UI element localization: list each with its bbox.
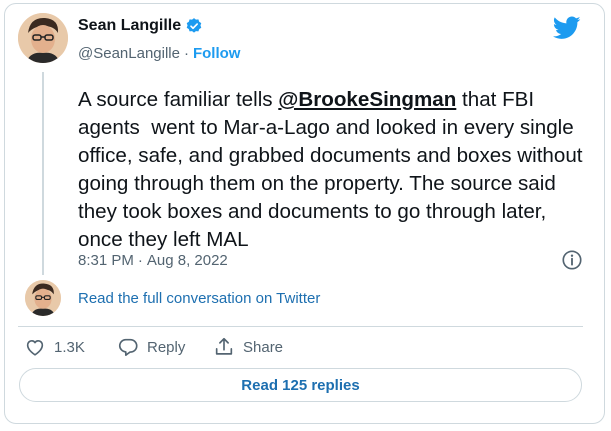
reply-label: Reply xyxy=(147,338,186,356)
tweet-time[interactable]: 8:31 PM xyxy=(78,252,134,269)
avatar[interactable] xyxy=(18,13,68,63)
divider xyxy=(18,326,583,327)
like-count: 1.3K xyxy=(54,338,85,356)
tweet-date[interactable]: Aug 8, 2022 xyxy=(147,252,228,269)
author-name[interactable]: Sean Langille xyxy=(78,17,181,35)
share-label: Share xyxy=(243,338,284,356)
mention-link[interactable]: @BrookeSingman xyxy=(278,88,456,111)
author-row: Sean Langille xyxy=(78,17,203,35)
handle-row: @SeanLangille · Follow xyxy=(78,45,240,62)
tweet-text-end: that FBI agents went to Mar-a-Lago and l… xyxy=(78,88,589,251)
follow-button[interactable]: Follow xyxy=(193,45,241,62)
thread-line xyxy=(42,72,44,275)
read-replies-button[interactable]: Read 125 replies xyxy=(19,368,582,402)
like-button[interactable]: 1.3K xyxy=(24,336,85,358)
twitter-bird-icon[interactable] xyxy=(553,16,581,40)
conversation-link[interactable]: Read the full conversation on Twitter xyxy=(78,290,320,307)
author-handle[interactable]: @SeanLangille xyxy=(78,45,180,62)
tweet-text-start: A source familiar tells xyxy=(78,88,279,111)
info-icon[interactable] xyxy=(561,249,583,271)
share-button[interactable]: Share xyxy=(213,336,283,358)
separator-dot: · xyxy=(183,45,189,62)
heart-icon xyxy=(26,339,44,356)
read-replies-label: Read 125 replies xyxy=(241,376,360,394)
share-icon xyxy=(215,337,233,355)
verified-badge-icon xyxy=(186,18,202,33)
tweet-text: A source familiar tells @BrookeSingman t… xyxy=(78,86,588,254)
timestamp-row[interactable]: 8:31 PM · Aug 8, 2022 xyxy=(78,252,228,269)
separator-dot: · xyxy=(137,252,143,269)
reply-icon xyxy=(118,338,138,356)
reply-button[interactable]: Reply xyxy=(117,336,185,358)
avatar-small[interactable] xyxy=(25,280,61,316)
